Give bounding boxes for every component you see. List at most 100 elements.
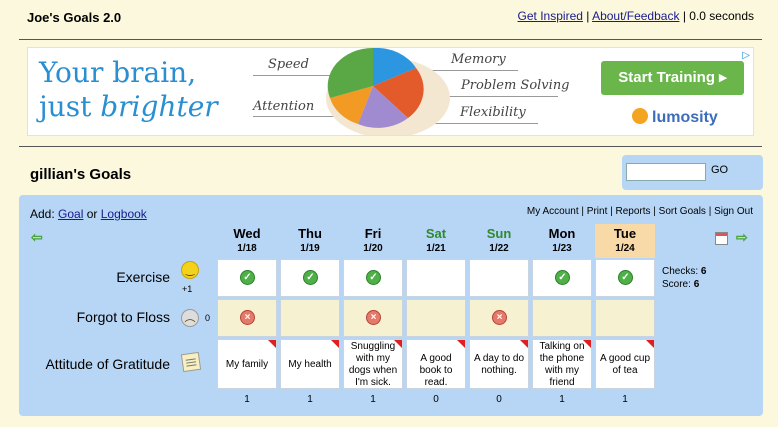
day-date: 1/18	[237, 243, 257, 254]
check-icon: ✓	[366, 270, 381, 285]
goal-cell[interactable]	[280, 299, 340, 337]
print-link[interactable]: Print	[587, 206, 608, 217]
add-prefix: Add:	[30, 207, 55, 221]
goal-name-exercise[interactable]: Exercise	[20, 269, 170, 285]
day-total: 1	[622, 394, 628, 405]
goal-cell[interactable]: ✓	[280, 259, 340, 297]
divider	[19, 39, 762, 40]
day-name: Sat	[425, 226, 447, 241]
cross-icon: ×	[240, 310, 255, 325]
search-input[interactable]	[626, 163, 706, 181]
goal-cell[interactable]: ✓	[343, 259, 403, 297]
ad-headline: Your brain, just brighter	[39, 56, 218, 124]
goal-cell[interactable]	[532, 299, 592, 337]
day-date: 1/22	[489, 243, 509, 254]
goal-points: +1	[182, 284, 193, 294]
day-header: Mon 1/23	[532, 224, 592, 258]
goal-cell[interactable]: ✓	[532, 259, 592, 297]
app-title: Joe's Goals 2.0	[27, 10, 122, 25]
add-goal-link[interactable]: Goal	[58, 207, 83, 221]
smiley-face: ‿	[185, 264, 195, 276]
checks-stat: Checks: 6	[662, 265, 706, 278]
reports-link[interactable]: Reports	[616, 206, 651, 217]
lumosity-logo: lumosity	[632, 108, 718, 127]
note-icon	[180, 351, 202, 373]
ad-choices-icon[interactable]: ▷	[742, 50, 750, 61]
goal-cell[interactable]: ×	[469, 299, 529, 337]
note-text: My family	[225, 359, 269, 370]
next-week-arrow-icon[interactable]: ⇨	[736, 229, 748, 246]
goal-cell[interactable]	[595, 299, 655, 337]
note-corner	[457, 340, 465, 348]
sort-goals-link[interactable]: Sort Goals	[659, 206, 706, 217]
go-button[interactable]: GO	[711, 164, 728, 176]
top-bar: Joe's Goals 2.0 Get Inspired | About/Fee…	[0, 0, 778, 38]
goal-cell[interactable]: ×	[217, 299, 277, 337]
score-label: Score:	[662, 279, 691, 290]
get-inspired-link[interactable]: Get Inspired	[518, 9, 583, 23]
note-text: My health	[288, 359, 332, 370]
search-box: GO	[622, 155, 763, 190]
note-cell[interactable]: A good cup of tea	[595, 339, 655, 389]
day-name: Mon	[548, 226, 576, 241]
note-cell[interactable]: Talking on the phone with my friend	[532, 339, 592, 389]
day-header: Wed 1/18	[217, 224, 277, 258]
smiley-icon: ‿	[181, 261, 199, 279]
day-total: 0	[433, 394, 439, 405]
day-header: Sat 1/21	[406, 224, 466, 258]
add-or: or	[86, 207, 98, 221]
check-icon: ✓	[303, 270, 318, 285]
goal-cell[interactable]	[406, 299, 466, 337]
ad-headline-line2: just brighter	[39, 90, 218, 124]
day-name: Tue	[613, 226, 637, 241]
note-cell[interactable]: My family	[217, 339, 277, 389]
note-cell[interactable]: A day to do nothing.	[469, 339, 529, 389]
goal-stats: Checks: 6 Score: 6	[662, 265, 706, 291]
calendar-icon[interactable]	[715, 232, 728, 245]
note-cell[interactable]: My health	[280, 339, 340, 389]
note-corner	[268, 340, 276, 348]
day-name: Wed	[233, 226, 261, 241]
ad-label-speed: Speed	[268, 57, 309, 72]
goals-panel: Add: Goal or Logbook My Account | Print …	[19, 195, 763, 416]
day-header-today: Tue 1/24	[595, 224, 655, 258]
note-cell[interactable]: Snuggling with my dogs when I'm sick.	[343, 339, 403, 389]
goal-cell[interactable]: ×	[343, 299, 403, 337]
day-name: Sun	[486, 226, 512, 241]
day-name: Fri	[364, 226, 382, 241]
cross-icon: ×	[492, 310, 507, 325]
page-title: gillian's Goals	[30, 166, 132, 183]
ad-banner[interactable]: Your brain, just brighter Speed Attentio…	[27, 47, 754, 136]
add-logbook-link[interactable]: Logbook	[101, 207, 147, 221]
check-icon: ✓	[618, 270, 633, 285]
brain-pie-graphic	[326, 48, 450, 135]
check-icon: ✓	[240, 270, 255, 285]
start-training-button[interactable]: Start Training ▸	[601, 61, 744, 95]
day-total: 1	[559, 394, 565, 405]
separator: |	[586, 9, 590, 23]
ad-headline-emphasis: brighter	[100, 90, 218, 123]
day-date: 1/23	[552, 243, 572, 254]
check-icon: ✓	[555, 270, 570, 285]
note-corner	[331, 340, 339, 348]
note-cell[interactable]: A good book to read.	[406, 339, 466, 389]
about-feedback-link[interactable]: About/Feedback	[592, 9, 679, 23]
goal-cell[interactable]: ✓	[595, 259, 655, 297]
ad-label-flexibility: Flexibility	[460, 105, 526, 120]
day-name: Thu	[298, 226, 322, 241]
goal-name-attitude-of-gratitude[interactable]: Attitude of Gratitude	[20, 356, 170, 372]
day-total: 1	[244, 394, 250, 405]
prev-week-arrow-icon[interactable]: ⇦	[31, 229, 43, 246]
lumosity-brand: lumosity	[652, 109, 718, 126]
ad-label-memory: Memory	[451, 52, 506, 67]
my-account-link[interactable]: My Account	[527, 206, 579, 217]
sign-out-link[interactable]: Sign Out	[714, 206, 753, 217]
note-text: Snuggling with my dogs when I'm sick.	[348, 341, 398, 388]
goal-cell[interactable]	[406, 259, 466, 297]
note-text: Talking on the phone with my friend	[539, 341, 585, 388]
goal-cell[interactable]	[469, 259, 529, 297]
day-total: 1	[307, 394, 313, 405]
note-text: A day to do nothing.	[473, 353, 525, 376]
goal-cell[interactable]: ✓	[217, 259, 277, 297]
goal-name-forgot-to-floss[interactable]: Forgot to Floss	[20, 309, 170, 325]
